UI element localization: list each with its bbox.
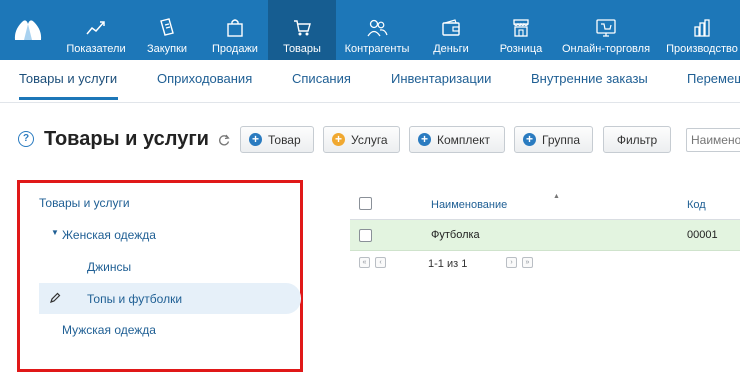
add-product-button[interactable]: + Товар [240, 126, 314, 153]
nav-item-label: Закупки [146, 43, 188, 55]
tab-internal-orders[interactable]: Внутренние заказы [531, 71, 648, 86]
tree-item-womens-clothing[interactable]: Женская одежда [62, 228, 156, 242]
tree-item-tops-tshirts[interactable]: Топы и футболки [87, 292, 182, 306]
add-group-button[interactable]: + Группа [514, 126, 593, 153]
nav-item-label: Розница [499, 43, 543, 55]
tab-products-services[interactable]: Товары и услуги [19, 71, 117, 86]
tab-inventories[interactable]: Инвентаризации [391, 71, 491, 86]
nav-item-purchases[interactable]: Закупки [136, 0, 198, 60]
nav-item-sales[interactable]: Продажи [204, 0, 266, 60]
nav-item-label: Производство [666, 43, 738, 55]
filter-button[interactable]: Фильтр [603, 126, 671, 153]
table-row[interactable] [350, 220, 740, 251]
column-header-code[interactable]: Код [687, 199, 706, 211]
select-all-checkbox[interactable] [359, 197, 372, 210]
plus-icon: + [418, 133, 431, 146]
prev-page-icon[interactable]: ‹ [375, 257, 386, 268]
nav-item-label: Продажи [212, 43, 258, 55]
plus-icon: + [332, 133, 345, 146]
tree-item-jeans[interactable]: Джинсы [87, 260, 131, 274]
column-header-name[interactable]: Наименование [431, 199, 507, 211]
chart-icon [85, 17, 107, 39]
tree-item-root[interactable]: Товары и услуги [39, 196, 130, 210]
sort-arrow-icon[interactable]: ▲ [553, 193, 560, 200]
nav-item-contractors[interactable]: Контрагенты [340, 0, 414, 60]
nav-item-products[interactable]: Товары [268, 0, 336, 60]
top-nav-bar: Показатели Закупки Продажи Товары Контра… [0, 0, 740, 60]
tree-item-mens-clothing[interactable]: Мужская одежда [62, 323, 156, 337]
pencil-icon[interactable] [49, 292, 61, 304]
active-tab-indicator [19, 97, 118, 100]
plus-icon: + [249, 133, 262, 146]
nav-item-dashboard[interactable]: Показатели [60, 0, 132, 60]
row-checkbox[interactable] [359, 229, 372, 242]
users-icon [366, 17, 388, 39]
add-group-label: Группа [542, 132, 581, 147]
add-product-label: Товар [268, 132, 301, 147]
online-store-icon [595, 17, 617, 39]
cell-code: 00001 [687, 229, 718, 241]
bag-icon [226, 17, 244, 39]
help-icon[interactable]: ? [18, 131, 34, 147]
pager-text: 1-1 из 1 [428, 258, 468, 270]
nav-item-production[interactable]: Производство [660, 0, 740, 60]
tab-transfers[interactable]: Перемещения [687, 71, 740, 86]
cart-icon [292, 17, 312, 39]
cell-name[interactable]: Футболка [431, 229, 480, 241]
filter-label: Фильтр [616, 132, 658, 147]
tab-write-offs[interactable]: Списания [292, 71, 351, 86]
store-icon [511, 17, 531, 39]
nav-item-label: Деньги [433, 43, 469, 55]
nav-item-retail[interactable]: Розница [490, 0, 552, 60]
last-page-icon[interactable]: » [522, 257, 533, 268]
nav-item-label: Онлайн-торговля [561, 43, 651, 55]
nav-item-online-trade[interactable]: Онлайн-торговля [556, 0, 656, 60]
search-input[interactable] [686, 128, 740, 152]
expand-arrow-icon[interactable]: ▼ [51, 228, 59, 237]
nav-item-label: Контрагенты [344, 43, 410, 55]
factory-icon [692, 17, 712, 39]
wallet-icon [441, 17, 461, 39]
add-service-label: Услуга [351, 132, 388, 147]
add-service-button[interactable]: + Услуга [323, 126, 400, 153]
purchase-icon [157, 17, 177, 39]
nav-item-label: Показатели [66, 43, 126, 55]
nav-item-money[interactable]: Деньги [418, 0, 484, 60]
add-kit-button[interactable]: + Комплект [409, 126, 505, 153]
plus-icon: + [523, 133, 536, 146]
page-title: Товары и услуги [44, 128, 209, 150]
logo-icon[interactable] [12, 16, 44, 42]
next-page-icon[interactable]: › [506, 257, 517, 268]
add-kit-label: Комплект [437, 132, 490, 147]
tab-receipts[interactable]: Оприходования [157, 71, 252, 86]
refresh-icon[interactable] [217, 133, 231, 147]
first-page-icon[interactable]: « [359, 257, 370, 268]
nav-item-label: Товары [283, 43, 321, 55]
